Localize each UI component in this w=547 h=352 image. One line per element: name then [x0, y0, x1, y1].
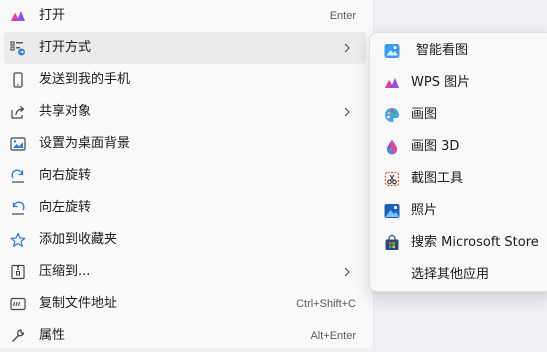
menu-item-label: 向右旋转: [39, 168, 92, 183]
rotate-left-icon: [10, 200, 26, 216]
menu-item-label: 复制文件地址: [39, 296, 118, 311]
submenu-item-microsoft-store[interactable]: 搜索 Microsoft Store: [374, 227, 547, 259]
photos-icon: [384, 203, 400, 219]
paint-icon: [384, 107, 400, 123]
phone-icon: [10, 72, 26, 88]
rotate-right-icon: [10, 168, 26, 184]
menu-item-share[interactable]: 共享对象: [4, 96, 366, 128]
submenu-item-label: 画图 3D: [411, 139, 460, 154]
wps-photos-icon: [384, 75, 400, 91]
menu-item-label: 打开: [39, 8, 66, 23]
menu-item-send-to-phone[interactable]: 发送到我的手机: [4, 64, 366, 96]
menu-item-label: 向左旋转: [39, 200, 92, 215]
chevron-right-icon: [342, 107, 352, 117]
submenu-item-label: 搜索 Microsoft Store: [411, 235, 539, 250]
paint-3d-icon: [384, 139, 400, 155]
menu-item-set-desktop-background[interactable]: 设置为桌面背景: [4, 128, 366, 160]
share-icon: [10, 104, 26, 120]
menu-item-shortcut: Ctrl+Shift+C: [296, 298, 356, 310]
menu-item-add-to-favorites[interactable]: 添加到收藏夹: [4, 224, 366, 256]
open-with-icon: [10, 40, 26, 56]
menu-item-copy-path[interactable]: 复制文件地址 Ctrl+Shift+C: [4, 288, 366, 320]
submenu-item-paint[interactable]: 画图: [374, 99, 547, 131]
wrench-icon: [10, 328, 26, 344]
context-menu: 打开 Enter 打开方式 发送到我的手机 共享对象 设置为桌面背景 向右旋转 …: [0, 0, 374, 348]
microsoft-store-icon: [384, 235, 400, 251]
submenu-item-paint-3d[interactable]: 画图 3D: [374, 131, 547, 163]
submenu-item-label: WPS 图片: [411, 75, 471, 90]
menu-item-label: 添加到收藏夹: [39, 232, 118, 247]
submenu-item-choose-other-app[interactable]: 选择其他应用: [374, 259, 547, 291]
submenu-item-photos[interactable]: 照片: [374, 195, 547, 227]
menu-item-rotate-right[interactable]: 向右旋转: [4, 160, 366, 192]
menu-item-label: 共享对象: [39, 104, 92, 119]
menu-item-shortcut: Alt+Enter: [310, 330, 356, 342]
star-icon: [10, 232, 26, 248]
menu-item-label: 压缩到...: [39, 264, 91, 279]
menu-item-properties[interactable]: 属性 Alt+Enter: [4, 320, 366, 352]
photos-app-icon: [10, 8, 26, 24]
snipping-tool-icon: [384, 171, 400, 187]
desktop-background-icon: [10, 136, 26, 152]
smart-viewer-icon: [384, 43, 400, 59]
menu-item-rotate-left[interactable]: 向左旋转: [4, 192, 366, 224]
submenu-item-label: 智能看图: [416, 43, 469, 58]
submenu-item-label: 照片: [411, 203, 438, 218]
submenu-item-snipping-tool[interactable]: 截图工具: [374, 163, 547, 195]
chevron-right-icon: [342, 267, 352, 277]
menu-item-compress-to[interactable]: 压缩到...: [4, 256, 366, 288]
open-with-submenu: 智能看图 WPS 图片 画图 画图 3D 截图工具 照片 搜索 Microsof…: [369, 32, 547, 292]
menu-item-open-with[interactable]: 打开方式: [4, 32, 366, 64]
submenu-item-wps-photos[interactable]: WPS 图片: [374, 67, 547, 99]
submenu-item-label: 截图工具: [411, 171, 464, 186]
submenu-item-label: 选择其他应用: [411, 267, 490, 282]
submenu-item-smart-viewer[interactable]: 智能看图: [374, 35, 547, 67]
chevron-right-icon: [342, 43, 352, 53]
submenu-item-label: 画图: [411, 107, 438, 122]
menu-item-label: 打开方式: [39, 40, 92, 55]
menu-item-open[interactable]: 打开 Enter: [4, 0, 366, 32]
menu-item-label: 发送到我的手机: [39, 72, 131, 87]
menu-item-label: 属性: [39, 328, 66, 343]
menu-item-shortcut: Enter: [329, 10, 356, 22]
zip-folder-icon: [10, 264, 26, 280]
menu-item-label: 设置为桌面背景: [39, 136, 131, 151]
copy-path-icon: [10, 296, 26, 312]
